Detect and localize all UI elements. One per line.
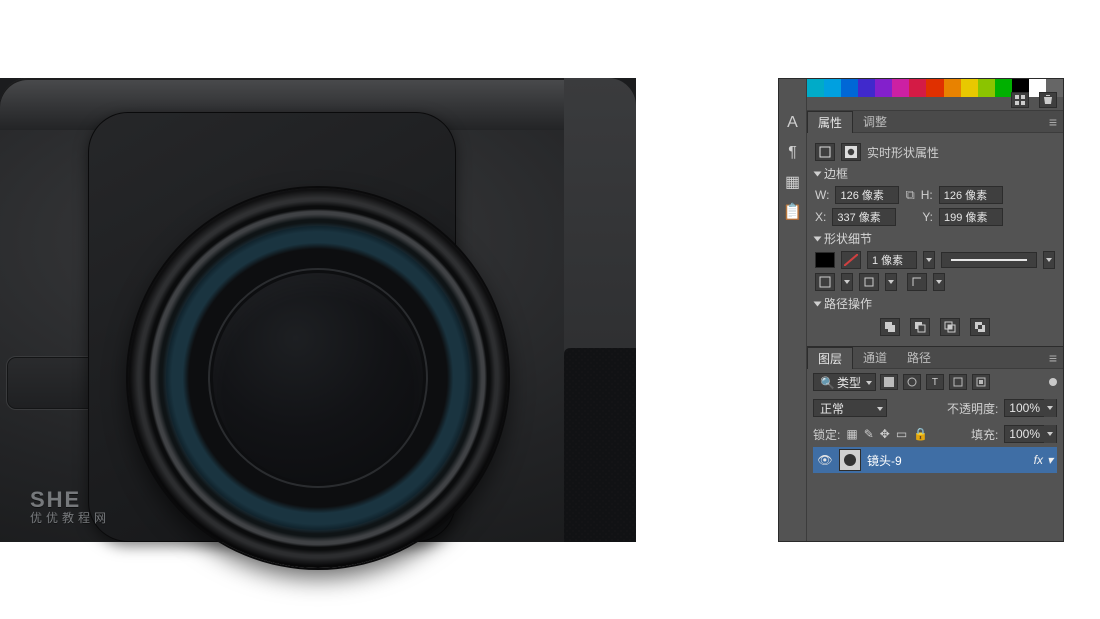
filter-smart-icon[interactable]	[972, 374, 990, 390]
layer-fx-badge[interactable]: fx▾	[1034, 453, 1053, 467]
opacity-input[interactable]: 100%	[1004, 399, 1057, 417]
swatch-color[interactable]	[909, 79, 926, 97]
path-intersect-icon[interactable]	[940, 318, 960, 336]
swatch-color[interactable]	[858, 79, 875, 97]
canvas-viewport: SHE 优优教程网	[0, 78, 636, 542]
swatch-color[interactable]	[978, 79, 995, 97]
swatch-color[interactable]	[944, 79, 961, 97]
fill-label: 填充:	[971, 426, 998, 443]
tab-paths[interactable]: 路径	[897, 347, 941, 369]
tab-properties[interactable]: 属性	[807, 111, 853, 133]
stroke-color-swatch[interactable]	[841, 251, 861, 269]
layer-name[interactable]: 镜头-9	[867, 452, 902, 469]
stroke-corners-dropdown[interactable]	[907, 273, 927, 291]
stroke-align-dropdown[interactable]	[815, 273, 835, 291]
section-shape-label: 形状细节	[824, 230, 872, 247]
section-shape-details[interactable]: 形状细节	[815, 230, 1055, 247]
swatch-color[interactable]	[995, 79, 1012, 97]
disclosure-icon	[814, 301, 822, 306]
disclosure-icon	[814, 236, 822, 241]
filter-adjust-icon[interactable]	[903, 374, 921, 390]
swatches-panel	[807, 79, 1063, 111]
watermark: SHE 优优教程网	[30, 487, 110, 526]
swatch-color[interactable]	[807, 79, 824, 97]
section-path-ops[interactable]: 路径操作	[815, 295, 1055, 312]
fill-value: 100%	[1005, 427, 1044, 441]
panel-menu-icon[interactable]: ≡	[1049, 114, 1057, 130]
camera-leather-grip	[564, 348, 636, 542]
swatch-color[interactable]	[961, 79, 978, 97]
h-label: H:	[921, 188, 933, 202]
path-combine-icon[interactable]	[880, 318, 900, 336]
filter-type-icon[interactable]: T	[926, 374, 944, 390]
character-panel-icon[interactable]: A	[787, 115, 798, 131]
width-input[interactable]	[835, 186, 899, 204]
section-path-label: 路径操作	[824, 295, 872, 312]
stroke-style-caret[interactable]	[1043, 251, 1055, 269]
swatch-color[interactable]	[824, 79, 841, 97]
properties-subtitle: 实时形状属性	[867, 144, 939, 161]
filter-pixel-icon[interactable]	[880, 374, 898, 390]
height-input[interactable]	[939, 186, 1003, 204]
layers-panel: 图层 通道 路径 ≡ 🔍类型 T	[807, 346, 1063, 541]
swatch-color[interactable]	[926, 79, 943, 97]
section-bounding-box[interactable]: 边框	[815, 165, 1055, 182]
filter-toggle[interactable]	[1049, 378, 1057, 386]
properties-panel: 属性 调整 ≡ 实时形状属性 边框	[807, 111, 1063, 346]
disclosure-icon	[814, 171, 822, 176]
stroke-width-dropdown[interactable]	[923, 251, 935, 269]
stroke-caps-caret[interactable]	[885, 273, 897, 291]
mask-icon	[841, 143, 861, 161]
swatch-color[interactable]	[875, 79, 892, 97]
panels-dock: A ¶ ▦ 📋 属性 调整 ≡	[778, 78, 1064, 542]
blend-mode-value: 正常	[820, 402, 844, 416]
stroke-align-caret[interactable]	[841, 273, 853, 291]
fill-input[interactable]: 100%	[1004, 425, 1057, 443]
fill-color-swatch[interactable]	[815, 252, 835, 268]
lock-position-icon[interactable]: ✥	[880, 427, 890, 441]
link-wh-icon[interactable]: ⧉	[905, 187, 914, 203]
panel-menu-icon[interactable]: ≡	[1049, 350, 1057, 366]
lock-label: 锁定:	[813, 426, 840, 443]
y-input[interactable]	[939, 208, 1003, 226]
lock-transparent-icon[interactable]: ▦	[846, 427, 857, 441]
paragraph-panel-icon[interactable]: ¶	[788, 145, 797, 161]
layer-row-selected[interactable]: 👁 镜头-9 fx▾	[813, 447, 1057, 473]
stroke-style-dropdown[interactable]	[941, 252, 1037, 268]
swatch-color[interactable]	[892, 79, 909, 97]
x-label: X:	[815, 210, 826, 224]
path-exclude-icon[interactable]	[970, 318, 990, 336]
tab-channels[interactable]: 通道	[853, 347, 897, 369]
swatch-color[interactable]	[841, 79, 858, 97]
path-subtract-icon[interactable]	[910, 318, 930, 336]
layer-thumbnail[interactable]	[839, 449, 861, 471]
opacity-label: 不透明度:	[947, 400, 998, 417]
x-input[interactable]	[832, 208, 896, 226]
opacity-value: 100%	[1005, 401, 1044, 415]
y-label: Y:	[922, 210, 933, 224]
tab-layers[interactable]: 图层	[807, 347, 853, 369]
layer-filter-type-dropdown[interactable]: 🔍类型	[813, 373, 876, 391]
w-label: W:	[815, 188, 829, 202]
lock-all-icon[interactable]: 🔒	[913, 427, 928, 441]
swatches-grid-icon[interactable]	[1011, 92, 1029, 108]
stroke-width-input[interactable]	[867, 251, 917, 269]
tab-adjustments[interactable]: 调整	[853, 111, 897, 133]
notes-panel-icon[interactable]: 📋	[783, 205, 803, 221]
shape-liveshape-icon	[815, 143, 835, 161]
trash-icon[interactable]	[1039, 92, 1057, 108]
watermark-line2: 优优教程网	[30, 509, 110, 526]
layer-filter-type-label: 类型	[837, 376, 861, 390]
lock-pixels-icon[interactable]: ✎	[864, 427, 874, 441]
blend-mode-dropdown[interactable]: 正常	[813, 399, 887, 417]
visibility-eye-icon[interactable]: 👁	[817, 453, 833, 467]
filter-shape-icon[interactable]	[949, 374, 967, 390]
stroke-corners-caret[interactable]	[933, 273, 945, 291]
collapsed-panel-bar: A ¶ ▦ 📋	[779, 79, 807, 541]
lens-glass	[208, 268, 428, 488]
lock-artboard-icon[interactable]: ▭	[896, 427, 907, 441]
swatches-panel-icon[interactable]: ▦	[785, 175, 800, 191]
stroke-caps-dropdown[interactable]	[859, 273, 879, 291]
section-bounding-label: 边框	[824, 165, 848, 182]
